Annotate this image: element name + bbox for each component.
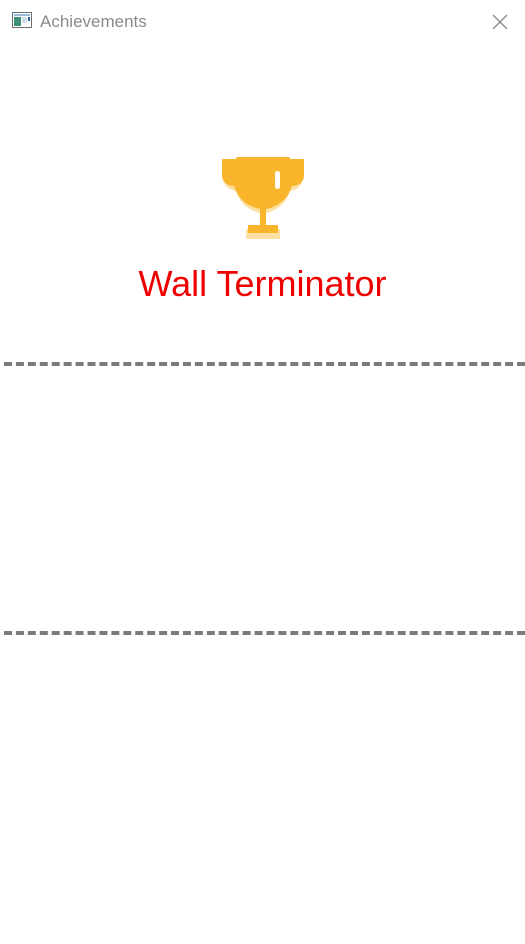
app-window-icon: [12, 12, 32, 28]
close-icon: [492, 14, 508, 30]
divider-bottom: [4, 631, 525, 635]
window-title: Achievements: [40, 12, 147, 31]
achievements-window: Achievements Wall Terminator: [0, 0, 525, 944]
achievement-name: Wall Terminator: [138, 263, 387, 304]
title-bar: Achievements: [0, 0, 525, 44]
trophy-icon: [222, 157, 304, 239]
divider-top: [4, 362, 525, 366]
close-button[interactable]: [484, 6, 516, 38]
